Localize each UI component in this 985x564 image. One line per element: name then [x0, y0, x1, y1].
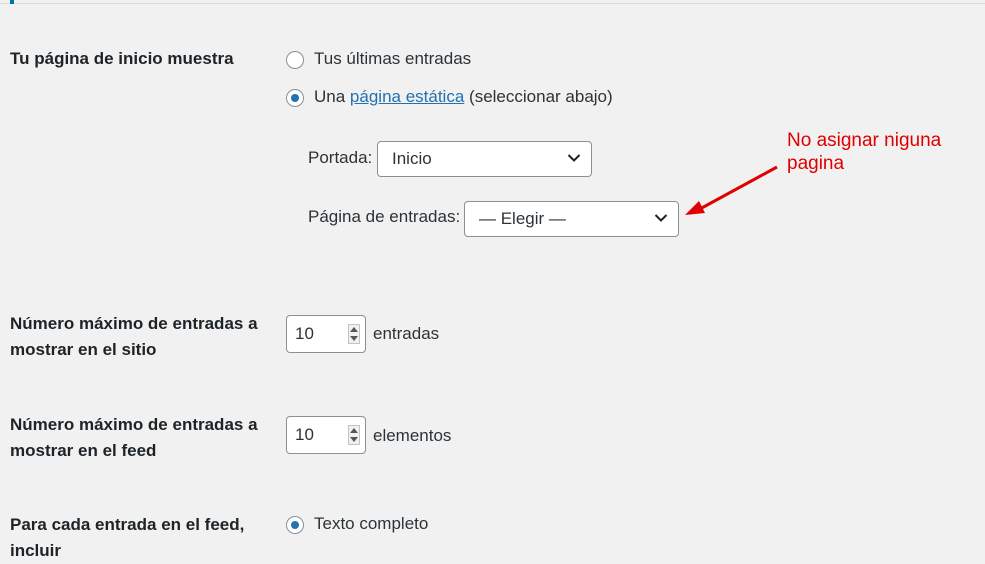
posts-per-rss-unit: elementos [373, 426, 452, 445]
top-accent-bar [10, 0, 14, 4]
radio-static-page-label[interactable]: Una página estática (seleccionar abajo) [314, 86, 613, 108]
spinner-arrows-icon[interactable] [348, 425, 360, 445]
front-page-select[interactable]: Inicio [377, 141, 592, 177]
chevron-down-icon [567, 154, 581, 162]
radio-static-page[interactable] [286, 89, 304, 107]
annotation-note: No asignar niguna pagina [787, 130, 942, 174]
posts-per-page-value: 10 [295, 324, 314, 343]
static-suffix: (seleccionar abajo) [469, 87, 613, 106]
posts-page-label: Página de entradas: [308, 207, 461, 226]
posts-page-select[interactable]: — Elegir — [464, 201, 679, 237]
posts-per-rss-input[interactable]: 10 [286, 416, 366, 454]
radio-latest-posts-label[interactable]: Tus últimas entradas [314, 48, 471, 70]
spinner-arrows-icon[interactable] [348, 324, 360, 344]
radio-full-text-label[interactable]: Texto completo [314, 513, 428, 535]
radio-latest-posts[interactable] [286, 51, 304, 69]
radio-full-text[interactable] [286, 516, 304, 534]
static-page-link[interactable]: página estática [350, 87, 464, 106]
posts-page-value: — Elegir — [479, 209, 566, 228]
rss-excerpt-label: Para cada entrada en el feed, incluir [10, 515, 245, 560]
homepage-label: Tu página de inicio muestra [10, 49, 234, 68]
front-page-label: Portada: [308, 148, 373, 167]
top-divider [0, 0, 985, 4]
front-page-value: Inicio [392, 149, 432, 168]
static-prefix: Una [314, 87, 346, 106]
annotation-arrow-icon [685, 165, 778, 215]
posts-per-page-label: Número máximo de entradas a mostrar en e… [10, 314, 258, 359]
posts-per-page-unit: entradas [373, 324, 440, 343]
posts-per-rss-value: 10 [295, 425, 314, 444]
chevron-down-icon [654, 214, 668, 222]
posts-per-rss-label: Número máximo de entradas a mostrar en e… [10, 415, 258, 460]
posts-per-page-input[interactable]: 10 [286, 315, 366, 353]
